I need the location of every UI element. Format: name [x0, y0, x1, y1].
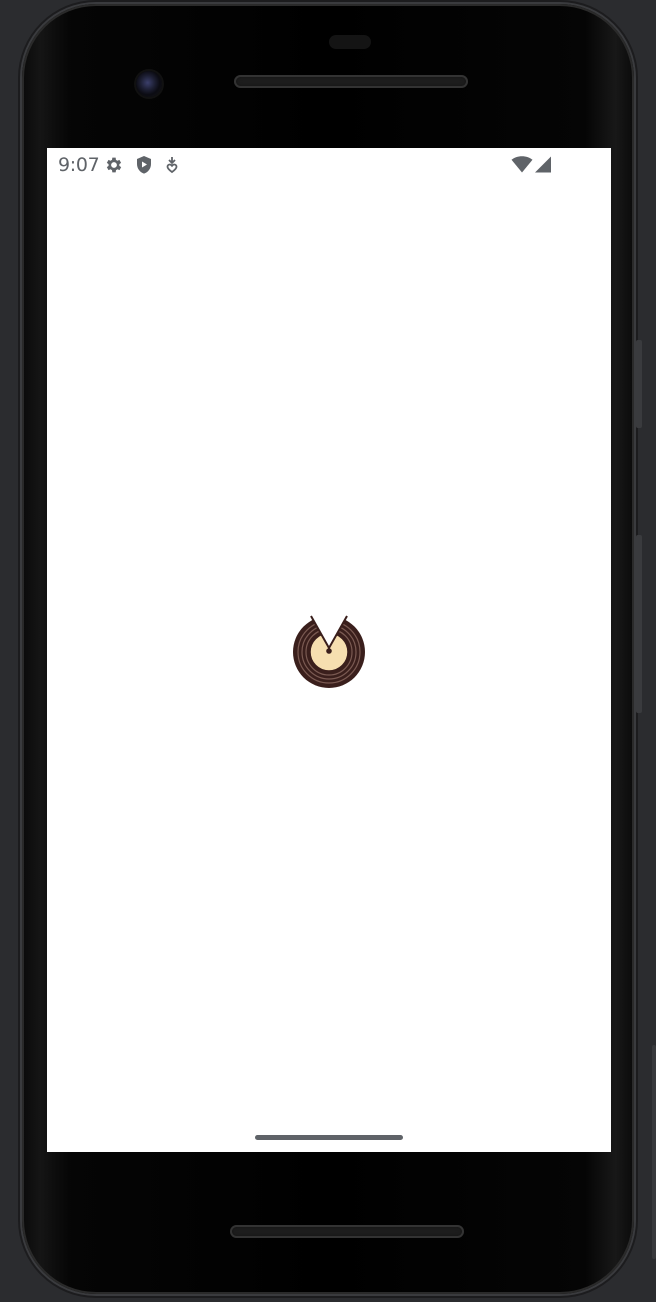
volume-button[interactable]	[636, 535, 642, 713]
power-button[interactable]	[636, 340, 642, 428]
shield-play-icon	[135, 155, 153, 180]
download-icon	[165, 155, 179, 180]
bottom-speaker-grille	[230, 1225, 464, 1238]
wifi-icon	[511, 156, 533, 179]
status-time: 9:07	[58, 154, 100, 176]
vinyl-record-logo-icon	[291, 614, 367, 688]
front-camera-icon	[136, 71, 162, 97]
proximity-sensor	[329, 35, 371, 49]
top-speaker-grille	[234, 75, 468, 88]
cell-signal-icon	[533, 156, 552, 179]
gesture-navigation-bar[interactable]	[255, 1135, 403, 1140]
gear-icon	[104, 155, 124, 180]
status-bar: 9:07	[47, 148, 611, 182]
emulator-background: 9:07	[0, 0, 656, 1302]
device-screen[interactable]: 9:07	[47, 148, 611, 1152]
emulator-scroll-handle[interactable]	[652, 1045, 656, 1259]
